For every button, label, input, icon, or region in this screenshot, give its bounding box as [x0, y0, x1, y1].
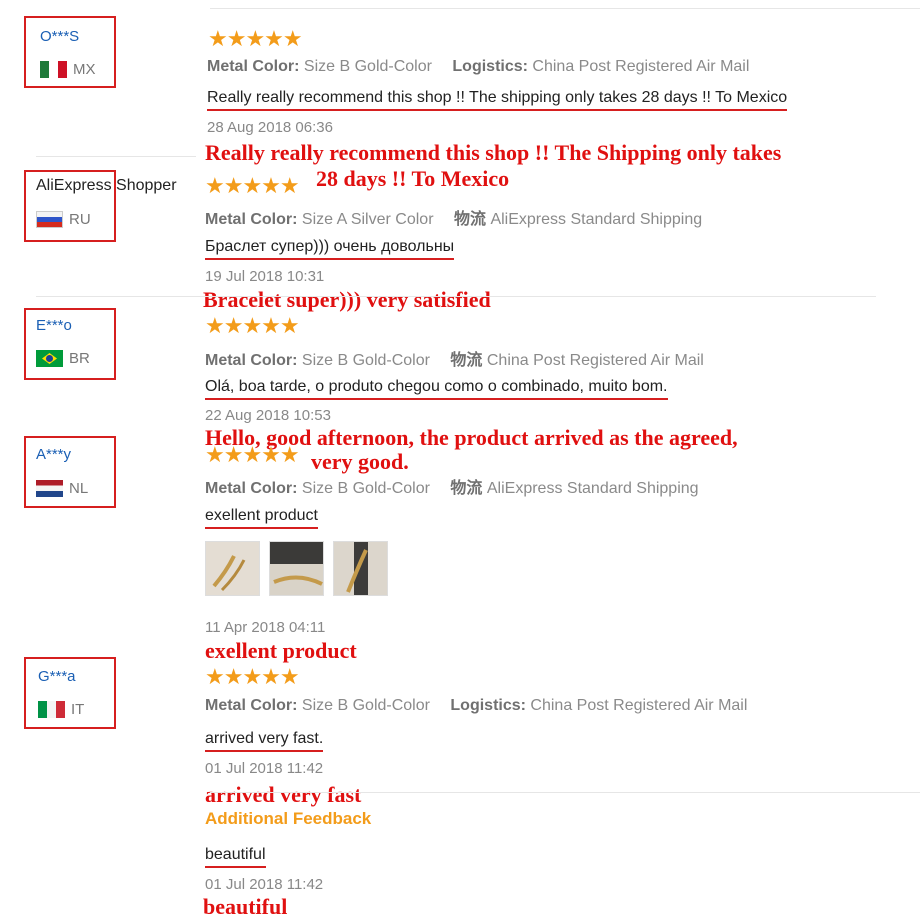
review-date: 22 Aug 2018 10:53 — [205, 407, 331, 424]
review-photo[interactable] — [333, 541, 388, 596]
username: AliExpress Shopper — [36, 177, 177, 194]
meta-key: Metal Color: — [205, 352, 298, 369]
translation-text: 28 days !! To Mexico — [316, 166, 510, 191]
username-link[interactable]: A***y — [36, 446, 71, 463]
translation-text: arrived very fast — [205, 782, 362, 807]
review-text: Really really recommend this shop !! The… — [207, 89, 788, 111]
translation-text: beautiful — [203, 894, 288, 919]
meta-value: China Post Registered Air Mail — [486, 352, 704, 369]
meta-key: Logistics: — [450, 697, 526, 714]
username-link[interactable]: O***S — [40, 28, 79, 45]
meta-key: 物流 — [453, 211, 486, 228]
meta-value: Size B Gold-Color — [303, 58, 432, 75]
review-meta: Metal Color: Size B Gold-Color 物流 AliExp… — [205, 474, 699, 498]
meta-value: China Post Registered Air Mail — [530, 697, 748, 714]
translation-text: very good. — [311, 449, 409, 474]
flag-mx-icon — [40, 61, 67, 78]
divider — [36, 156, 196, 157]
meta-value: AliExpress Standard Shipping — [490, 211, 703, 228]
flag-ru-icon — [36, 211, 63, 228]
review-text: exellent product — [205, 507, 318, 529]
meta-value: Size B Gold-Color — [301, 480, 430, 497]
review-photo[interactable] — [205, 541, 260, 596]
review-meta: Metal Color: Size A Silver Color 物流 AliE… — [205, 205, 702, 229]
meta-key: Metal Color: — [205, 480, 298, 497]
divider — [36, 296, 876, 297]
review-text: Браслет супер))) очень довольны — [205, 238, 455, 260]
review-date: 19 Jul 2018 10:31 — [205, 268, 325, 285]
star-rating: ★★★★★ — [205, 442, 300, 467]
country-badge: MX — [40, 61, 96, 78]
meta-value: Size B Gold-Color — [301, 352, 430, 369]
country-badge: IT — [38, 701, 84, 718]
country-code: BR — [69, 350, 90, 367]
divider — [210, 8, 920, 9]
country-badge: RU — [36, 211, 91, 228]
review-date: 01 Jul 2018 11:42 — [205, 876, 324, 893]
meta-key: Metal Color: — [205, 697, 298, 714]
username-link[interactable]: E***o — [36, 317, 72, 334]
meta-value: Size B Gold-Color — [301, 697, 430, 714]
country-code: IT — [71, 701, 85, 718]
flag-it-icon — [38, 701, 65, 718]
meta-key: 物流 — [450, 480, 483, 497]
translation-text: exellent product — [205, 638, 357, 663]
review-meta: Metal Color: Size B Gold-Color 物流 China … — [205, 346, 704, 370]
meta-key: Logistics: — [452, 58, 528, 75]
meta-value: Size A Silver Color — [301, 211, 434, 228]
star-rating: ★★★★★ — [205, 173, 300, 198]
review-photo[interactable] — [269, 541, 324, 596]
star-rating: ★★★★★ — [205, 313, 300, 338]
star-rating: ★★★★★ — [208, 26, 303, 51]
flag-nl-icon — [36, 480, 63, 497]
meta-value: China Post Registered Air Mail — [532, 58, 750, 75]
country-badge: NL — [36, 480, 88, 497]
username-link[interactable]: G***a — [38, 668, 76, 685]
country-code: NL — [69, 480, 89, 497]
review-meta: Metal Color: Size B Gold-Color Logistics… — [207, 58, 749, 76]
country-code: RU — [69, 211, 91, 228]
meta-value: AliExpress Standard Shipping — [486, 480, 699, 497]
translation-text: Bracelet super))) very satisfied — [203, 287, 491, 312]
translation-text: Really really recommend this shop !! The… — [205, 140, 782, 165]
meta-key: Metal Color: — [207, 58, 300, 75]
review-date: 01 Jul 2018 11:42 — [205, 760, 324, 777]
meta-key: Metal Color: — [205, 211, 298, 228]
country-code: MX — [73, 61, 96, 78]
meta-key: 物流 — [450, 352, 483, 369]
review-meta: Metal Color: Size B Gold-Color Logistics… — [205, 697, 747, 715]
divider — [210, 792, 920, 793]
flag-br-icon — [36, 350, 63, 367]
additional-feedback-label: Additional Feedback — [205, 809, 372, 828]
review-date: 11 Apr 2018 04:11 — [205, 619, 326, 636]
country-badge: BR — [36, 350, 90, 367]
review-text: arrived very fast. — [205, 730, 324, 752]
review-text: Olá, boa tarde, o produto chegou como o … — [205, 378, 668, 400]
star-rating: ★★★★★ — [205, 664, 300, 689]
additional-review-text: beautiful — [205, 846, 266, 868]
review-date: 28 Aug 2018 06:36 — [207, 119, 333, 136]
